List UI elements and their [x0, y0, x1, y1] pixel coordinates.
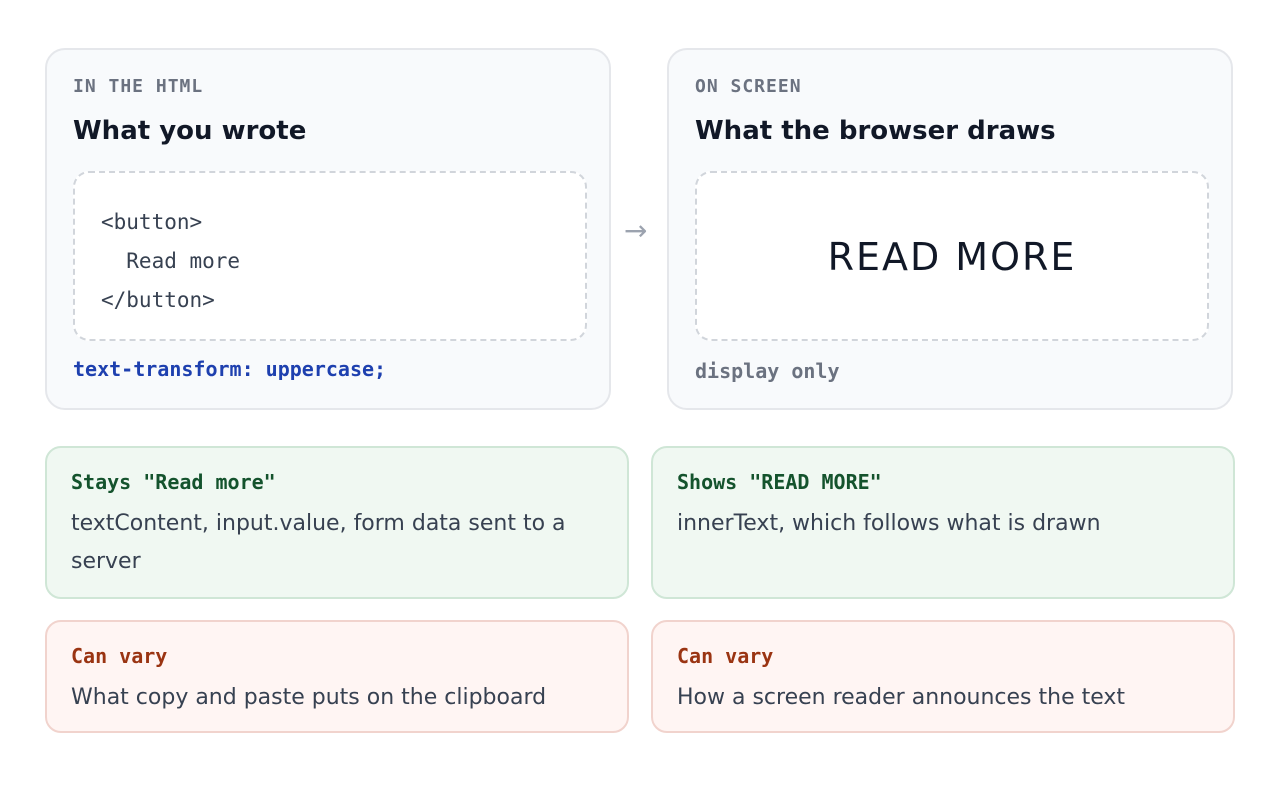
html-panel-eyebrow: IN THE HTML	[73, 76, 204, 97]
card-body: textContent, input.value, form data sent…	[71, 511, 566, 574]
html-panel-title: What you wrote	[73, 116, 307, 146]
code-box: <button> Read more </button>	[73, 171, 587, 341]
html-panel: IN THE HTML What you wrote <button> Read…	[45, 48, 611, 410]
card-heading: Stays "Read more"	[71, 470, 276, 494]
screen-panel-title: What the browser draws	[695, 116, 1056, 146]
card-can-vary-clipboard: Can vary What copy and paste puts on the…	[45, 620, 629, 733]
card-heading: Can vary	[677, 644, 774, 668]
card-heading: Shows "READ MORE"	[677, 470, 882, 494]
card-body: What copy and paste puts on the clipboar…	[71, 685, 547, 710]
card-heading: Can vary	[71, 644, 168, 668]
screen-panel-eyebrow: ON SCREEN	[695, 76, 802, 97]
card-shows-read-more: Shows "READ MORE" innerText, which follo…	[651, 446, 1235, 599]
card-stays-read-more: Stays "Read more" textContent, input.val…	[45, 446, 629, 599]
screen-panel: ON SCREEN What the browser draws READ MO…	[667, 48, 1233, 410]
right-arrow-icon: →	[624, 214, 648, 247]
code-snippet: <button> Read more </button>	[101, 210, 241, 312]
card-can-vary-screen-reader: Can vary How a screen reader announces t…	[651, 620, 1235, 733]
render-box: READ MORE	[695, 171, 1209, 341]
card-body: innerText, which follows what is drawn	[677, 511, 1101, 536]
card-body: How a screen reader announces the text	[677, 685, 1126, 710]
display-only-note: display only	[695, 359, 840, 383]
rendered-button-text: READ MORE	[827, 235, 1077, 279]
css-rule: text-transform: uppercase;	[73, 357, 387, 381]
